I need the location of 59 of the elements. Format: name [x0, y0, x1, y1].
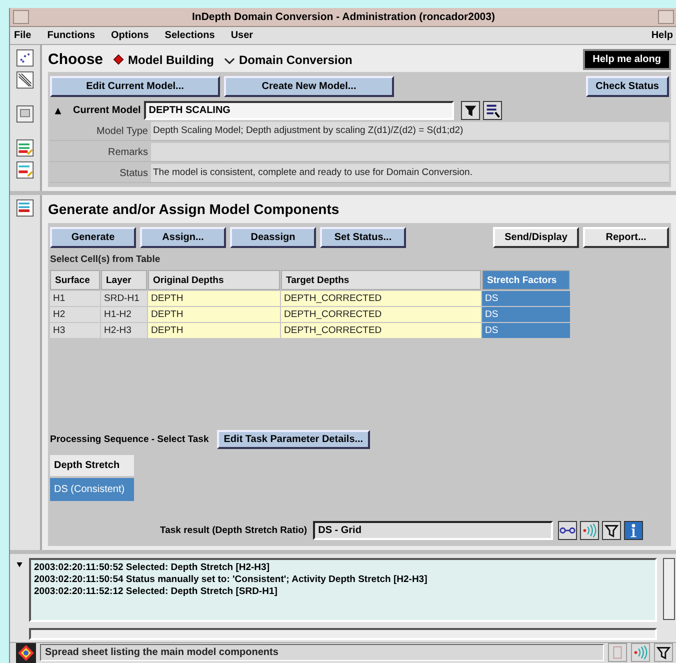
task-result-field[interactable]: DS - Grid — [313, 520, 554, 540]
table-cell[interactable]: DS — [482, 291, 570, 306]
log-line: 2003:02:20:11:50:54 Status manually set to: 'Consistent'; Activity Depth Stretch [H2-H3] — [34, 574, 428, 586]
window-title: InDepth Domain Conversion - Administration (roncador2003) — [191, 10, 496, 23]
menu-item[interactable]: Functions — [47, 30, 96, 41]
info-value: Depth Scaling Model; Depth adjustment by scaling Z(d1)/Z(d2) = S(d1;d2) — [151, 122, 669, 140]
info-label: Status — [118, 168, 149, 179]
action-button[interactable]: Report... — [583, 227, 669, 248]
table-cell[interactable]: H2-H3 — [101, 323, 147, 338]
task-header: Depth Stretch — [50, 455, 134, 476]
table-cell[interactable]: DEPTH_CORRECTED — [281, 291, 481, 306]
menu-item[interactable]: Selections — [164, 30, 215, 41]
column-header[interactable]: Surface — [50, 270, 100, 290]
table-cell[interactable]: DEPTH_CORRECTED — [281, 307, 481, 322]
table-cell[interactable]: DEPTH — [148, 291, 280, 306]
task-result-label: Task result (Depth Stretch Ratio) — [160, 524, 308, 536]
table-cell[interactable]: DEPTH_CORRECTED — [281, 323, 481, 338]
table-cell[interactable]: H1-H2 — [101, 307, 147, 322]
column-header[interactable]: Original Depths — [148, 270, 280, 290]
action-button[interactable]: Set Status... — [320, 227, 406, 248]
info-label: Model Type — [95, 126, 149, 137]
table-cell[interactable]: SRD-H1 — [101, 291, 147, 306]
menu-item[interactable]: Options — [111, 30, 149, 41]
processing-label: Processing Sequence - Select Task — [50, 434, 209, 446]
table-hint: Select Cell(s) from Table — [50, 254, 162, 266]
menu-item[interactable]: User — [230, 30, 254, 41]
check-status-button[interactable]: Check Status — [586, 76, 669, 98]
status-message: Spread sheet listing the main model components — [40, 644, 604, 662]
task-item[interactable]: DS (Consistent) — [50, 478, 134, 502]
info-value: The model is consistent, complete and ready to use for Domain Conversion. — [151, 164, 669, 182]
table-cell[interactable]: H1 — [50, 291, 100, 306]
table-cell[interactable]: DEPTH — [148, 323, 280, 338]
edit-task-button[interactable]: Edit Task Parameter Details... — [216, 430, 370, 450]
table-cell[interactable]: DS — [482, 323, 570, 338]
table-cell[interactable]: H2 — [50, 307, 100, 322]
model-button[interactable]: Create New Model... — [224, 76, 394, 98]
radio-option[interactable]: Domain Conversion — [224, 52, 352, 67]
action-button[interactable]: Generate — [50, 227, 136, 248]
current-model-field[interactable]: DEPTH SCALING — [144, 101, 454, 120]
column-header[interactable]: Layer — [101, 270, 147, 290]
help-menu[interactable]: Help — [651, 30, 673, 41]
action-button[interactable]: Assign... — [140, 227, 226, 248]
model-button[interactable]: Edit Current Model... — [50, 76, 220, 98]
action-button[interactable]: Deassign — [230, 227, 316, 248]
table-cell[interactable]: DEPTH — [148, 307, 280, 322]
choose-label: Choose — [48, 51, 104, 68]
radio-option[interactable]: Model Building — [113, 52, 214, 67]
table-cell[interactable]: H3 — [50, 323, 100, 338]
section-title: Generate and/or Assign Model Components — [48, 200, 340, 220]
menu-item[interactable]: File — [14, 30, 32, 41]
current-model-label: Current Model — [73, 105, 141, 116]
column-header[interactable]: Target Depths — [281, 270, 481, 290]
table-cell[interactable]: DS — [482, 307, 570, 322]
info-label: Remarks — [106, 146, 149, 158]
log-line: 2003:02:20:11:50:52 Selected: Depth Stretch [H2-H3] — [34, 562, 270, 574]
action-button[interactable]: Send/Display — [493, 227, 579, 248]
log-line: 2003:02:20:11:52:12 Selected: Depth Stretch [SRD-H1] — [34, 586, 278, 598]
column-header[interactable]: Stretch Factors — [482, 270, 570, 290]
help-button[interactable]: Help me along — [582, 49, 671, 70]
